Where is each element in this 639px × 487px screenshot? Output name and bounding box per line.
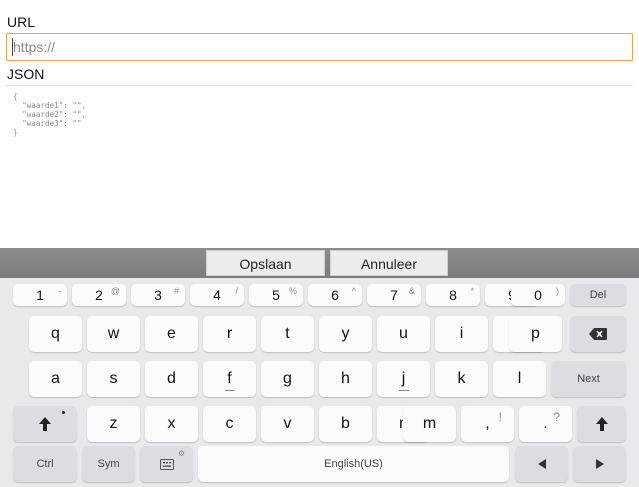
key-x[interactable]: x xyxy=(145,406,198,442)
cursor-left-icon xyxy=(537,459,546,469)
key-comma[interactable]: ,! xyxy=(461,406,514,442)
key-e[interactable]: e xyxy=(145,316,198,352)
key-g[interactable]: g xyxy=(261,361,314,397)
key-t[interactable]: t xyxy=(261,316,314,352)
key-5[interactable]: 5 % xyxy=(249,284,303,306)
shift-indicator xyxy=(62,411,65,414)
key-r[interactable]: r xyxy=(203,316,256,352)
backspace-icon xyxy=(589,328,607,340)
json-textarea[interactable]: { "waarde1": "", "waarde2": "", "waarde3… xyxy=(6,85,633,247)
key-1[interactable]: 1 - xyxy=(13,284,67,306)
cursor-right-key[interactable] xyxy=(573,446,626,482)
key-0[interactable]: 0 ) xyxy=(511,284,565,306)
key-b[interactable]: b xyxy=(319,406,372,442)
shift-key-right[interactable] xyxy=(577,406,626,442)
text-cursor xyxy=(12,38,13,56)
settings-indicator: ⚙ xyxy=(177,449,185,458)
home-marker xyxy=(224,390,235,391)
space-bar[interactable]: English(US) xyxy=(198,446,509,482)
delete-key[interactable]: Del xyxy=(570,284,626,306)
key-u[interactable]: u xyxy=(377,316,430,352)
key-period[interactable]: .? xyxy=(519,406,572,442)
keyboard-settings-icon xyxy=(159,458,174,470)
key-i[interactable]: i xyxy=(435,316,488,352)
home-marker xyxy=(398,390,409,391)
shift-key-left[interactable] xyxy=(13,406,77,442)
key-2[interactable]: 2 @ xyxy=(72,284,126,306)
key-8[interactable]: 8 * xyxy=(426,284,480,306)
json-label: JSON xyxy=(7,66,45,82)
on-screen-keyboard: 1 - 2 @ 3 # 4 / 5 % 6 ^ 7 & 8 * 9 ( 0 ) … xyxy=(0,278,639,487)
key-z[interactable]: z xyxy=(87,406,140,442)
key-c[interactable]: c xyxy=(203,406,256,442)
next-key[interactable]: Next xyxy=(551,361,626,397)
key-p[interactable]: p xyxy=(509,316,562,352)
key-q[interactable]: q xyxy=(29,316,82,352)
cursor-right-icon xyxy=(595,459,604,469)
key-f[interactable]: f xyxy=(203,361,256,397)
key-m[interactable]: m xyxy=(403,406,456,442)
key-y[interactable]: y xyxy=(319,316,372,352)
key-s[interactable]: s xyxy=(87,361,140,397)
key-d[interactable]: d xyxy=(145,361,198,397)
key-4[interactable]: 4 / xyxy=(190,284,244,306)
key-k[interactable]: k xyxy=(435,361,488,397)
ctrl-key[interactable]: Ctrl xyxy=(13,446,77,482)
cancel-button[interactable]: Annuleer xyxy=(330,250,448,276)
shift-arrow-icon xyxy=(595,417,608,431)
key-h[interactable]: h xyxy=(319,361,372,397)
action-bar: Opslaan Annuleer xyxy=(0,248,639,278)
key-3[interactable]: 3 # xyxy=(131,284,185,306)
key-6[interactable]: 6 ^ xyxy=(308,284,362,306)
key-7[interactable]: 7 & xyxy=(367,284,421,306)
save-button[interactable]: Opslaan xyxy=(206,250,325,276)
shift-arrow-icon xyxy=(39,417,51,431)
key-l[interactable]: l xyxy=(493,361,546,397)
sym-key[interactable]: Sym xyxy=(82,446,135,482)
url-input[interactable] xyxy=(6,33,633,61)
backspace-key[interactable] xyxy=(570,316,626,352)
cursor-left-key[interactable] xyxy=(515,446,568,482)
keyboard-settings-key[interactable]: ⚙ xyxy=(140,446,193,482)
key-v[interactable]: v xyxy=(261,406,314,442)
key-a[interactable]: a xyxy=(29,361,82,397)
key-w[interactable]: w xyxy=(87,316,140,352)
key-j[interactable]: j xyxy=(377,361,430,397)
url-label: URL xyxy=(7,14,36,30)
